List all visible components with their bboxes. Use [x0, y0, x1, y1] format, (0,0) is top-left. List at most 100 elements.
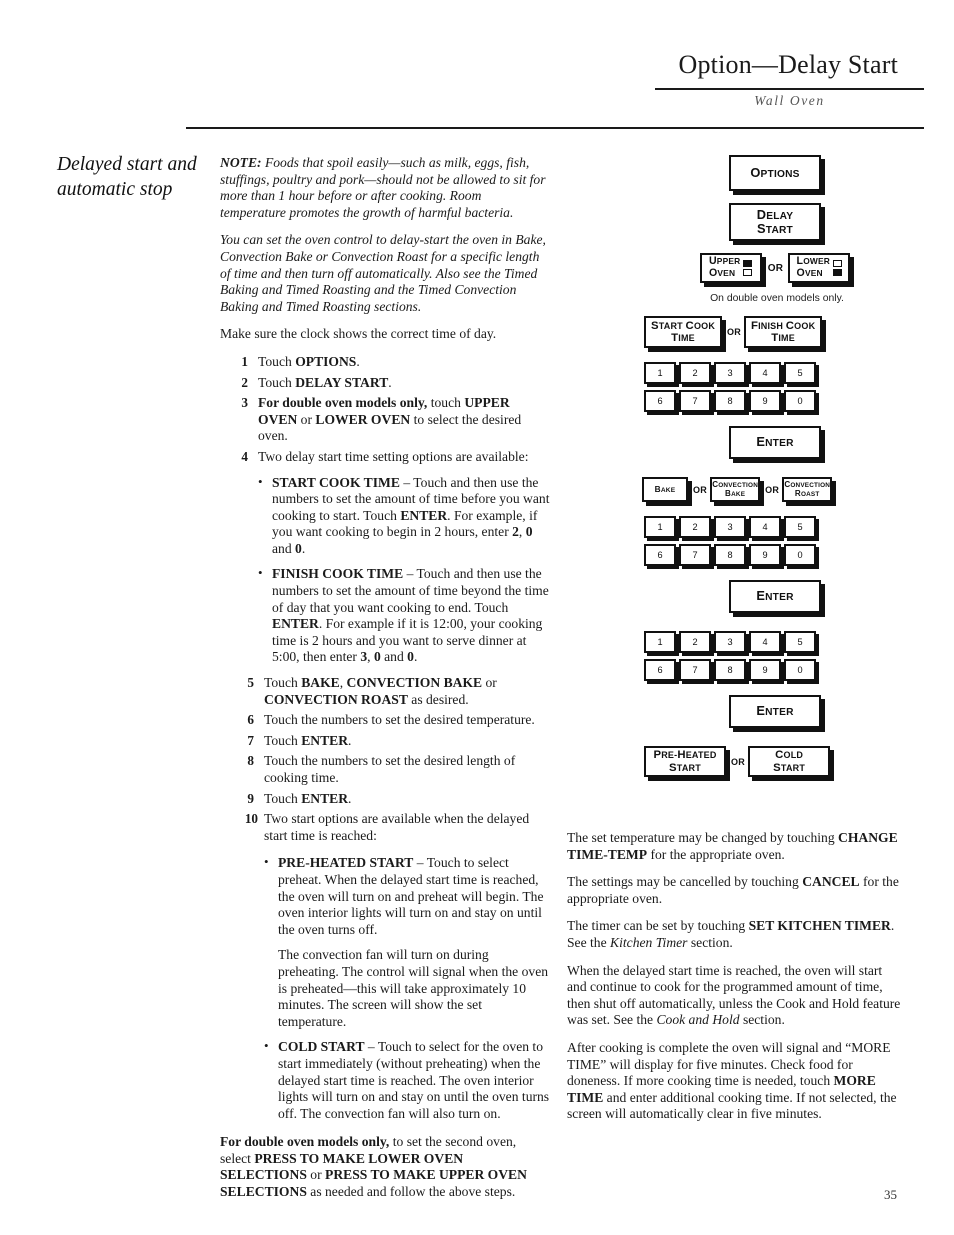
- step-item: 4 Two delay start time setting options a…: [228, 449, 550, 466]
- number-key-0[interactable]: 0: [784, 390, 816, 412]
- pre-heated-start-button[interactable]: PRE-HEATED START: [644, 746, 726, 777]
- number-key-8[interactable]: 8: [714, 390, 746, 412]
- enter-button[interactable]: ENTER: [729, 580, 821, 613]
- number-key-8[interactable]: 8: [714, 659, 746, 681]
- lower-oven-indicator: [833, 260, 843, 276]
- step-item: 1 Touch OPTIONS.: [228, 354, 550, 371]
- number-key-7[interactable]: 7: [679, 659, 711, 681]
- step-text: Touch ENTER.: [264, 790, 352, 806]
- number-key-6[interactable]: 6: [644, 390, 676, 412]
- lower-oven-label-line1: LOWER: [796, 255, 831, 268]
- enter-button[interactable]: ENTER: [729, 695, 821, 728]
- number-key-3[interactable]: 3: [714, 362, 746, 384]
- double-oven-paragraph: For double oven models only, to set the …: [220, 1134, 527, 1200]
- step-number: 1: [241, 353, 248, 369]
- number-key-6[interactable]: 6: [644, 659, 676, 681]
- step-item: 6 Touch the numbers to set the desired t…: [234, 712, 550, 729]
- bullet-icon: •: [258, 565, 263, 581]
- number-key-5[interactable]: 5: [784, 516, 816, 538]
- number-key-4[interactable]: 4: [749, 631, 781, 653]
- options-button[interactable]: OPTIONS: [729, 155, 821, 191]
- indicator-square-filled: [743, 260, 753, 267]
- options-button-row: OPTIONS: [600, 155, 954, 199]
- number-key-7[interactable]: 7: [679, 390, 711, 412]
- step-item: 8 Touch the numbers to set the desired l…: [234, 753, 550, 786]
- step-number: 9: [247, 790, 254, 806]
- number-key-6[interactable]: 6: [644, 544, 676, 566]
- number-key-3[interactable]: 3: [714, 631, 746, 653]
- right-paragraph-4: When the delayed start time is reached, …: [567, 962, 901, 1028]
- step-text: Touch the numbers to set the desired len…: [264, 753, 516, 785]
- bullet-text: COLD START – Touch to select for the ove…: [278, 1039, 550, 1121]
- start-cook-label-line2: TIME: [671, 332, 695, 344]
- delay-start-button[interactable]: DELAY START: [729, 203, 821, 241]
- right-paragraph-1: The set temperature may be changed by to…: [567, 830, 898, 862]
- steps-list-1: 1 Touch OPTIONS. 2 Touch DELAY START. 3 …: [220, 354, 550, 666]
- number-key-3[interactable]: 3: [714, 516, 746, 538]
- number-key-2[interactable]: 2: [679, 631, 711, 653]
- start-cook-time-button[interactable]: START COOK TIME: [644, 316, 722, 348]
- indicator-square-filled: [833, 269, 843, 276]
- double-oven-note-row: On double oven models only.: [600, 291, 954, 316]
- number-key-5[interactable]: 5: [784, 631, 816, 653]
- delay-start-label-line2: START: [757, 221, 793, 236]
- finish-cook-time-button[interactable]: FINISH COOK TIME: [744, 316, 823, 348]
- convection-roast-button[interactable]: CONVECTION ROAST: [782, 477, 833, 502]
- indicator-square-empty: [833, 260, 843, 267]
- number-key-0[interactable]: 0: [784, 659, 816, 681]
- number-key-5[interactable]: 5: [784, 362, 816, 384]
- bullet-icon: •: [264, 854, 269, 870]
- number-key-2[interactable]: 2: [679, 362, 711, 384]
- main-instruction-column: NOTE: Foods that spoil easily—such as mi…: [220, 155, 550, 1212]
- convection-roast-label-line2: ROAST: [794, 488, 820, 498]
- note-text: Foods that spoil easily—such as milk, eg…: [220, 155, 546, 220]
- step-text: Two start options are available when the…: [264, 811, 530, 843]
- upper-oven-indicator: [743, 260, 753, 276]
- number-key-0[interactable]: 0: [784, 544, 816, 566]
- step-text: Two delay start time setting options are…: [258, 448, 529, 464]
- cold-start-label-line2: START: [773, 761, 806, 774]
- or-separator: OR: [727, 327, 742, 337]
- finish-cook-label-line2: TIME: [771, 332, 795, 344]
- enter-button-row-1: ENTER: [600, 426, 954, 467]
- number-pad-row-3: 1 2 3 4 5: [644, 516, 954, 544]
- bullet-text: START COOK TIME – Touch and then use the…: [272, 474, 550, 556]
- cook-time-select-row: START COOK TIME OR FINISH COOK TIME: [644, 316, 954, 356]
- number-pad-row-2: 6 7 8 9 0: [644, 390, 954, 418]
- number-key-7[interactable]: 7: [679, 544, 711, 566]
- number-key-4[interactable]: 4: [749, 362, 781, 384]
- pre-heated-label-line1: PRE-HEATED: [653, 749, 717, 762]
- enter-button-label: ENTER: [756, 588, 794, 604]
- number-key-8[interactable]: 8: [714, 544, 746, 566]
- start-mode-row: PRE-HEATED START OR COLD START: [644, 746, 954, 785]
- lower-oven-button[interactable]: LOWER OVEN: [788, 253, 851, 283]
- bullet-start-cook-time: • START COOK TIME – Touch and then use t…: [258, 474, 550, 558]
- step-number: 3: [241, 395, 248, 411]
- number-pad-row-4: 6 7 8 9 0: [644, 544, 954, 572]
- step-item: 2 Touch DELAY START.: [228, 375, 550, 392]
- step-item: 3 For double oven models only, touch UPP…: [228, 395, 550, 445]
- cold-start-button[interactable]: COLD START: [748, 746, 831, 777]
- number-key-9[interactable]: 9: [749, 390, 781, 412]
- number-key-1[interactable]: 1: [644, 516, 676, 538]
- number-key-2[interactable]: 2: [679, 516, 711, 538]
- number-key-9[interactable]: 9: [749, 659, 781, 681]
- number-key-4[interactable]: 4: [749, 516, 781, 538]
- enter-button[interactable]: ENTER: [729, 426, 821, 459]
- number-key-1[interactable]: 1: [644, 631, 676, 653]
- enter-button-row-2: ENTER: [600, 580, 954, 621]
- number-key-1[interactable]: 1: [644, 362, 676, 384]
- step-number: 2: [241, 374, 248, 390]
- bake-button[interactable]: BAKE: [642, 477, 688, 502]
- page-header: Option—Delay Start Wall Oven: [0, 0, 954, 130]
- convection-bake-button[interactable]: CONVECTION BAKE: [710, 477, 761, 502]
- number-key-9[interactable]: 9: [749, 544, 781, 566]
- upper-oven-label-line2: OVEN: [708, 267, 736, 279]
- bullet-cold-start: • COLD START – Touch to select for the o…: [264, 1038, 550, 1122]
- step-item: 10 Two start options are available when …: [234, 811, 550, 844]
- upper-oven-button[interactable]: UPPER OVEN: [699, 253, 762, 283]
- step-text: Touch the numbers to set the desired tem…: [264, 712, 535, 728]
- convection-bake-label-line1: CONVECTION: [712, 479, 759, 489]
- oven-select-row: UPPER OVEN OR LOWER OVEN: [600, 253, 954, 291]
- double-oven-note: On double oven models only.: [710, 293, 844, 304]
